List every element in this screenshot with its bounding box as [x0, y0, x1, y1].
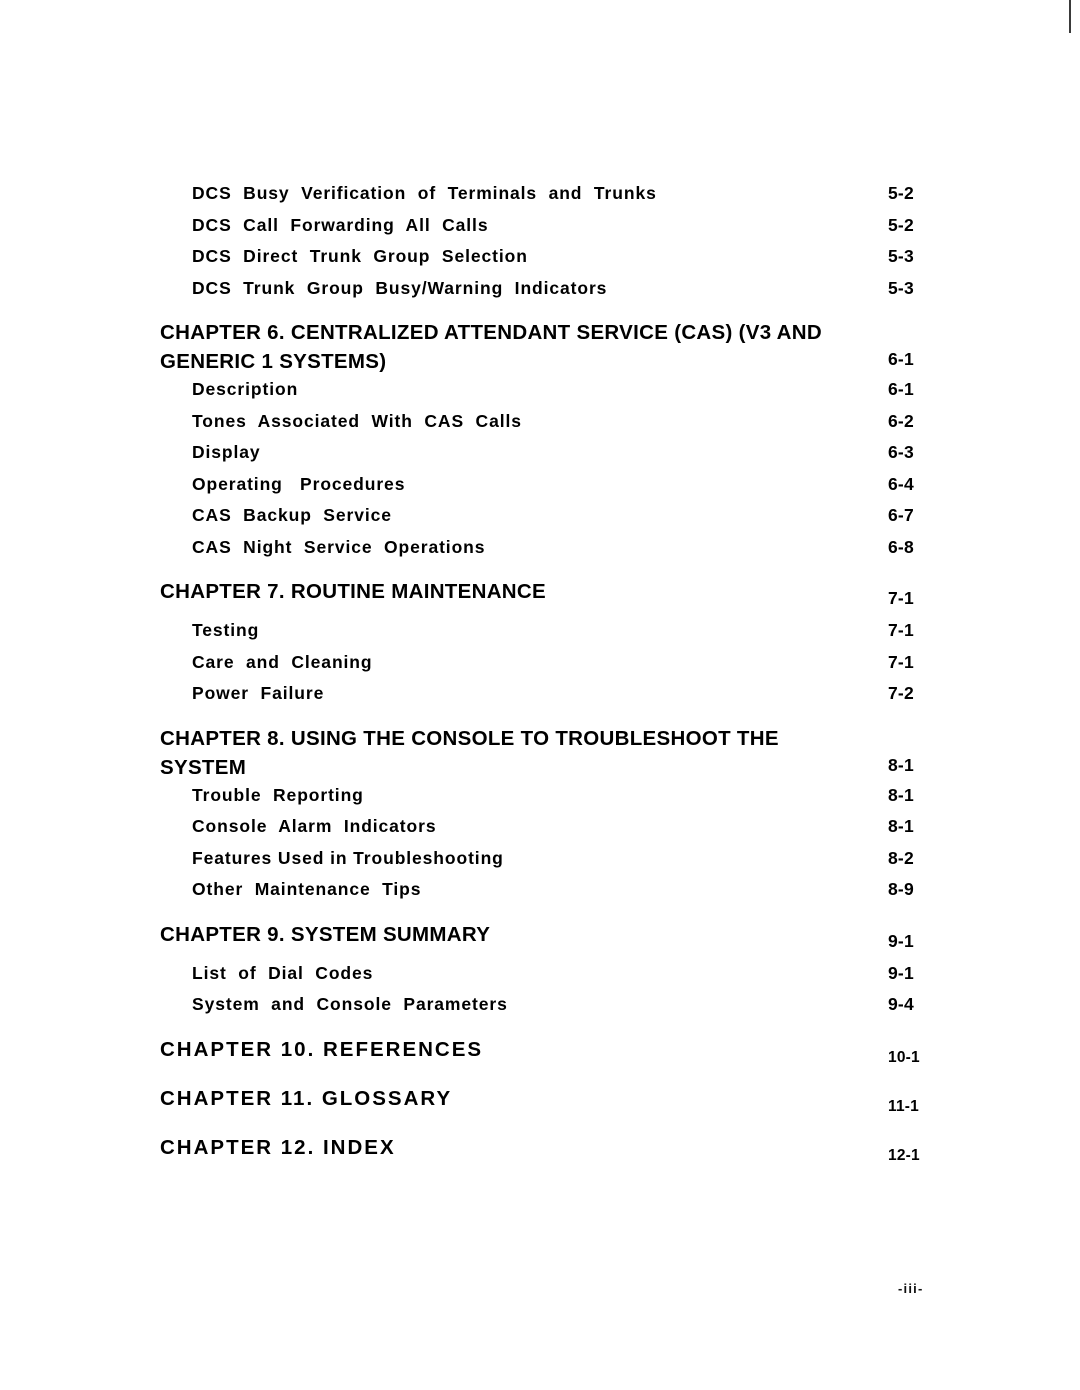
toc-chapter-title: CHAPTER 10. REFERENCES [160, 1037, 484, 1061]
toc-chapter-title: CHAPTER 6. CENTRALIZED ATTENDANT SERVICE… [160, 321, 822, 374]
toc-page-number: 6-7 [888, 505, 914, 526]
toc-entry-title: Description [192, 379, 299, 400]
toc-entry-title: DCS Busy Verification of Terminals and T… [192, 183, 657, 203]
toc-entry-row[interactable]: CAS Backup Service 6-7 [0, 505, 1080, 537]
toc-page-number: 7-1 [888, 620, 914, 641]
toc-entry-row[interactable]: Console Alarm Indicators 8-1 [0, 816, 1080, 848]
toc-entry-row[interactable]: Features Used in Troubleshooting 8-2 [0, 848, 1080, 880]
table-of-contents: DCS Busy Verification of Terminals and T… [0, 183, 1080, 1176]
toc-chapter-title: CHAPTER 8. USING THE CONSOLE TO TROUBLES… [160, 726, 779, 779]
toc-entry-row[interactable]: Description 6-1 [0, 379, 1080, 411]
toc-page-number: 5-3 [888, 277, 914, 298]
toc-entry-title: DCS Trunk Group Busy/Warning Indicators [192, 277, 608, 298]
toc-entry-row[interactable]: Care and Cleaning 7-1 [0, 652, 1080, 684]
toc-entry-title: List of Dial Codes [192, 962, 374, 983]
toc-entry-title: CAS Backup Service [192, 505, 392, 526]
toc-page-number: 6-1 [888, 349, 914, 370]
toc-entry-title: Features Used in Troubleshooting [192, 847, 504, 868]
toc-chapter-title: CHAPTER 7. ROUTINE MAINTENANCE [160, 580, 546, 604]
toc-chapter-row[interactable]: CHAPTER 11. GLOSSARY 11-1 [0, 1084, 1080, 1124]
toc-entry-title: Console Alarm Indicators [192, 816, 437, 837]
toc-entry-row[interactable]: Other Maintenance Tips 8-9 [0, 879, 1080, 911]
toc-entry-row[interactable]: System and Console Parameters 9-4 [0, 994, 1080, 1026]
toc-chapter-title: CHAPTER 12. INDEX [160, 1135, 396, 1159]
toc-entry-row[interactable]: CAS Night Service Operations 6-8 [0, 537, 1080, 569]
toc-page-number: 6-2 [888, 410, 914, 431]
toc-chapter-row[interactable]: CHAPTER 10. REFERENCES 10-1 [0, 1035, 1080, 1075]
toc-entry-title: Other Maintenance Tips [192, 879, 422, 900]
toc-entry-row[interactable]: Tones Associated With CAS Calls 6-2 [0, 411, 1080, 443]
toc-page-number: 6-4 [888, 473, 914, 494]
toc-chapter-row[interactable]: CHAPTER 9. SYSTEM SUMMARY 9-1 [0, 920, 1080, 960]
toc-entry-row[interactable]: List of Dial Codes 9-1 [0, 963, 1080, 995]
toc-page-number: 10-1 [888, 1048, 920, 1066]
toc-page-number: 7-1 [888, 651, 914, 672]
toc-entry-row[interactable]: Display 6-3 [0, 442, 1080, 474]
toc-entry-title: DCS Direct Trunk Group Selection [192, 246, 528, 266]
toc-page-number: 9-1 [888, 930, 914, 951]
toc-entry-title: Trouble Reporting [192, 784, 364, 805]
toc-page-number: 5-2 [888, 214, 914, 235]
toc-page-number: 7-2 [888, 683, 914, 704]
scan-edge-artifact [1069, 0, 1071, 33]
toc-entry-row[interactable]: Power Failure 7-2 [0, 683, 1080, 715]
toc-page-number: 7-1 [888, 588, 914, 609]
toc-page-number: 11-1 [888, 1097, 919, 1115]
toc-entry-title: Testing [192, 620, 260, 641]
toc-entry-title: Power Failure [192, 683, 325, 704]
toc-page-number: 9-4 [888, 994, 914, 1015]
toc-chapter-row[interactable]: CHAPTER 8. USING THE CONSOLE TO TROUBLES… [0, 724, 1080, 782]
toc-page-number: 8-2 [888, 847, 914, 868]
toc-entry-title: CAS Night Service Operations [192, 536, 486, 557]
toc-chapter-title: CHAPTER 9. SYSTEM SUMMARY [160, 922, 491, 946]
toc-chapter-row[interactable]: CHAPTER 12. INDEX 12-1 [0, 1133, 1080, 1173]
toc-page-number: 8-1 [888, 754, 914, 775]
toc-page-number: 6-1 [888, 379, 914, 400]
toc-page-number: 5-3 [888, 246, 914, 266]
toc-entry-row[interactable]: DCS Busy Verification of Terminals and T… [0, 183, 1080, 215]
toc-entry-row[interactable]: DCS Direct Trunk Group Selection 5-3 [0, 246, 1080, 278]
toc-page-number: 6-8 [888, 536, 914, 557]
toc-entry-row[interactable]: DCS Trunk Group Busy/Warning Indicators 5… [0, 278, 1080, 310]
toc-page-number: 12-1 [888, 1146, 920, 1164]
toc-entry-title: DCS Call Forwarding All Calls [192, 214, 489, 235]
toc-page-number: 9-1 [888, 962, 914, 983]
toc-entry-row[interactable]: Trouble Reporting 8-1 [0, 785, 1080, 817]
toc-entry-title: System and Console Parameters [192, 994, 508, 1015]
toc-entry-title: Tones Associated With CAS Calls [192, 410, 522, 431]
toc-entry-title: Operating Procedures [192, 473, 406, 494]
toc-chapter-title: CHAPTER 11. GLOSSARY [160, 1086, 453, 1110]
toc-page-number: 8-1 [888, 784, 914, 805]
toc-entry-row[interactable]: Operating Procedures 6-4 [0, 474, 1080, 506]
toc-page-number: 6-3 [888, 442, 914, 463]
toc-chapter-row[interactable]: CHAPTER 7. ROUTINE MAINTENANCE 7-1 [0, 577, 1080, 617]
page-folio: -iii- [898, 1281, 924, 1296]
toc-page-number: 8-9 [888, 879, 914, 900]
toc-page-number: 8-1 [888, 816, 914, 837]
toc-entry-row[interactable]: Testing 7-1 [0, 620, 1080, 652]
toc-chapter-row[interactable]: CHAPTER 6. CENTRALIZED ATTENDANT SERVICE… [0, 318, 1080, 376]
toc-entry-title: Display [192, 442, 261, 463]
toc-entry-title: Care and Cleaning [192, 651, 373, 672]
toc-page-number: 5-2 [888, 183, 914, 203]
toc-entry-row[interactable]: DCS Call Forwarding All Calls 5-2 [0, 215, 1080, 247]
